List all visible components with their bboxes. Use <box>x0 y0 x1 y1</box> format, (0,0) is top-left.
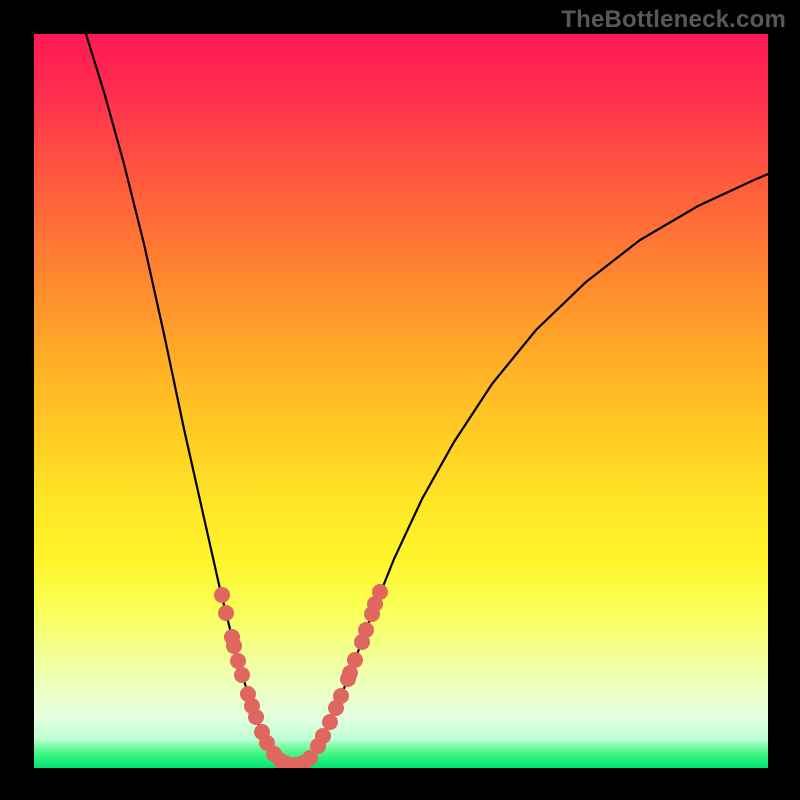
curve-svg <box>34 34 768 768</box>
data-dot <box>372 584 388 600</box>
watermark-text: TheBottleneck.com <box>561 6 786 34</box>
data-dot <box>322 714 338 730</box>
bottleneck-curve <box>86 34 768 764</box>
data-dot <box>234 667 250 683</box>
data-dot <box>333 688 349 704</box>
data-dots-group <box>214 584 388 768</box>
data-dot <box>347 652 363 668</box>
plot-area <box>34 34 768 768</box>
data-dot <box>358 622 374 638</box>
data-dot <box>230 653 246 669</box>
data-dot <box>248 709 264 725</box>
data-dot <box>218 605 234 621</box>
data-dot <box>214 587 230 603</box>
data-dot <box>315 728 331 744</box>
data-dot <box>226 638 242 654</box>
chart-container: TheBottleneck.com <box>0 0 800 800</box>
